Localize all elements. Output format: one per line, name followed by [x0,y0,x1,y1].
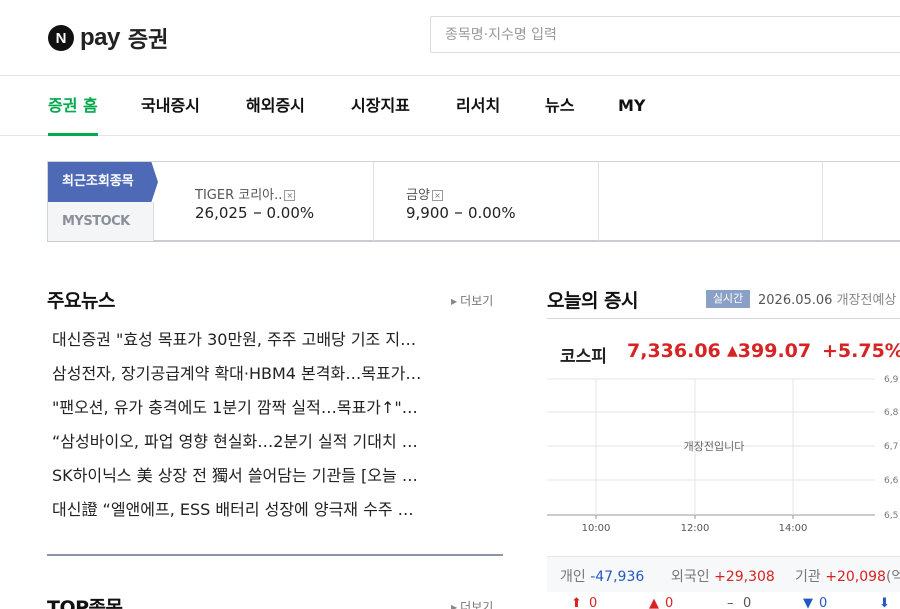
x-tick-label: 12:00 [681,523,710,534]
logo-service-text: 증권 [127,28,169,53]
empty-stock-slot [599,162,823,241]
main-nav: 증권 홈 국내증시 해외증시 시장지표 리서치 뉴스 MY [0,76,900,136]
recent-stocks-bar: 최근조회종목 MYSTOCK TIGER 코리아.. × 26,025 0.00% … [47,161,900,242]
investor-individual: 개인 -47,936 [560,569,645,585]
market-date: 2026.05.06 개장전예상 [758,293,897,308]
news-item[interactable]: "팬오션, 유가 충격에도 1분기 깜짝 실적…목표가↑"… [52,394,500,428]
realtime-badge: 실시간 [706,290,750,308]
x-tick-label: 14:00 [779,523,808,534]
main-news-title: 주요뉴스 [47,290,115,312]
top-stocks-title: TOP종목 [47,597,123,609]
index-rate: +5.75% [822,340,900,362]
market-status-note: 개장전예상 [836,293,897,308]
close-icon[interactable]: × [431,190,443,201]
chart-message: 개장전입니다 [684,440,745,453]
stock-price: 26,025 [195,204,248,222]
news-item[interactable]: SK하이닉스 美 상장 전 獨서 쓸어담는 기관들 [오늘 … [52,462,500,496]
tab-mystock[interactable]: MYSTOCK [48,202,154,241]
news-item[interactable]: 대신증권 "효성 목표가 30만원, 주주 고배당 기조 지… [52,326,500,360]
y-tick-label: 6,8 [884,408,899,418]
search-input[interactable] [431,17,900,52]
tab-overseas-market[interactable]: 해외증시 [246,76,305,136]
tab-research[interactable]: 리서치 [456,76,500,136]
news-more-link[interactable]: ▶ 더보기 [451,292,493,309]
advance-decline-row: ⬆ 0 ▲ 0 – 0 ▼ 0 ⬇ [547,592,900,609]
recent-stock-item[interactable]: TIGER 코리아.. × 26,025 0.00% [154,162,374,241]
index-change: ▲399.07 [727,340,812,362]
tab-securities-home[interactable]: 증권 홈 [48,76,98,136]
investor-institution: 기관 +20,098(억 [795,569,900,585]
stock-rate: 0.00% [467,204,516,222]
tab-market-indicators[interactable]: 시장지표 [351,76,410,136]
stock-name[interactable]: 금양 [406,188,430,203]
y-tick-label: 6,9 [884,375,899,385]
index-name[interactable]: 코스피 [560,342,607,367]
npay-securities-logo[interactable]: N pay 증권 [48,22,168,54]
fall-count: 0 [819,596,828,609]
investor-foreign: 외국인 +29,308 [671,569,775,585]
y-tick-label: 6,7 [884,442,898,452]
tab-domestic-market[interactable]: 국내증시 [141,76,200,136]
rise-icon: ▲ [649,596,659,609]
unchanged-icon [454,212,462,214]
logo-pay-text: pay [80,24,120,51]
arrow-right-icon: ▶ [451,297,458,306]
tab-recent-stocks[interactable]: 최근조회종목 [48,162,158,202]
up-arrow-icon: ▲ [727,343,738,359]
stock-name[interactable]: TIGER 코리아.. [195,188,282,203]
x-tick-label: 10:00 [582,523,611,534]
investor-trading-row: 개인 -47,936 외국인 +29,308 기관 +20,098(억 [547,556,900,592]
naver-n-logo-icon: N [48,25,74,51]
recent-stock-item[interactable]: 금양 × 9,900 0.00% [374,162,599,241]
y-tick-label: 6,6 [884,476,899,486]
news-list: 대신증권 "효성 목표가 30만원, 주주 고배당 기조 지… 삼성전자, 장기… [52,326,500,530]
stock-rate: 0.00% [266,204,315,222]
y-tick-label: 6,5 [884,511,898,521]
today-market-title: 오늘의 증시 [547,290,639,312]
flat-icon: – [727,596,734,609]
upper-limit-icon: ⬆ [571,596,582,609]
news-item[interactable]: 대신證 “엘앤에프, ESS 배터리 성장에 양극재 수주 … [52,496,500,530]
header: N pay 증권 [0,0,900,76]
stock-price: 9,900 [406,204,449,222]
tab-news[interactable]: 뉴스 [545,76,574,136]
index-value: 7,336.06 [627,340,721,362]
rise-count: 0 [665,596,674,609]
news-item[interactable]: “삼성바이오, 파업 영향 현실화…2분기 실적 기대치 … [52,428,500,462]
news-item[interactable]: 삼성전자, 장기공급계약 확대·HBM4 본격화…목표가… [52,360,500,394]
index-chart-svg: 개장전입니다 10:00 12:00 14:00 6,9 6,8 6,7 6,6… [547,375,899,534]
unchanged-icon [253,212,261,214]
close-icon[interactable]: × [284,190,296,201]
top-stocks-more-link[interactable]: ▶ 더보기 [451,598,493,609]
upper-limit-count: 0 [589,596,598,609]
tab-my[interactable]: MY [618,76,646,136]
lower-limit-icon: ⬇ [879,596,890,609]
search-box [430,16,900,53]
section-divider [47,554,503,556]
index-chart[interactable]: 개장전입니다 10:00 12:00 14:00 6,9 6,8 6,7 6,6… [547,372,900,542]
arrow-right-icon: ▶ [451,603,458,609]
fall-icon: ▼ [803,596,813,609]
flat-count: 0 [743,596,752,609]
